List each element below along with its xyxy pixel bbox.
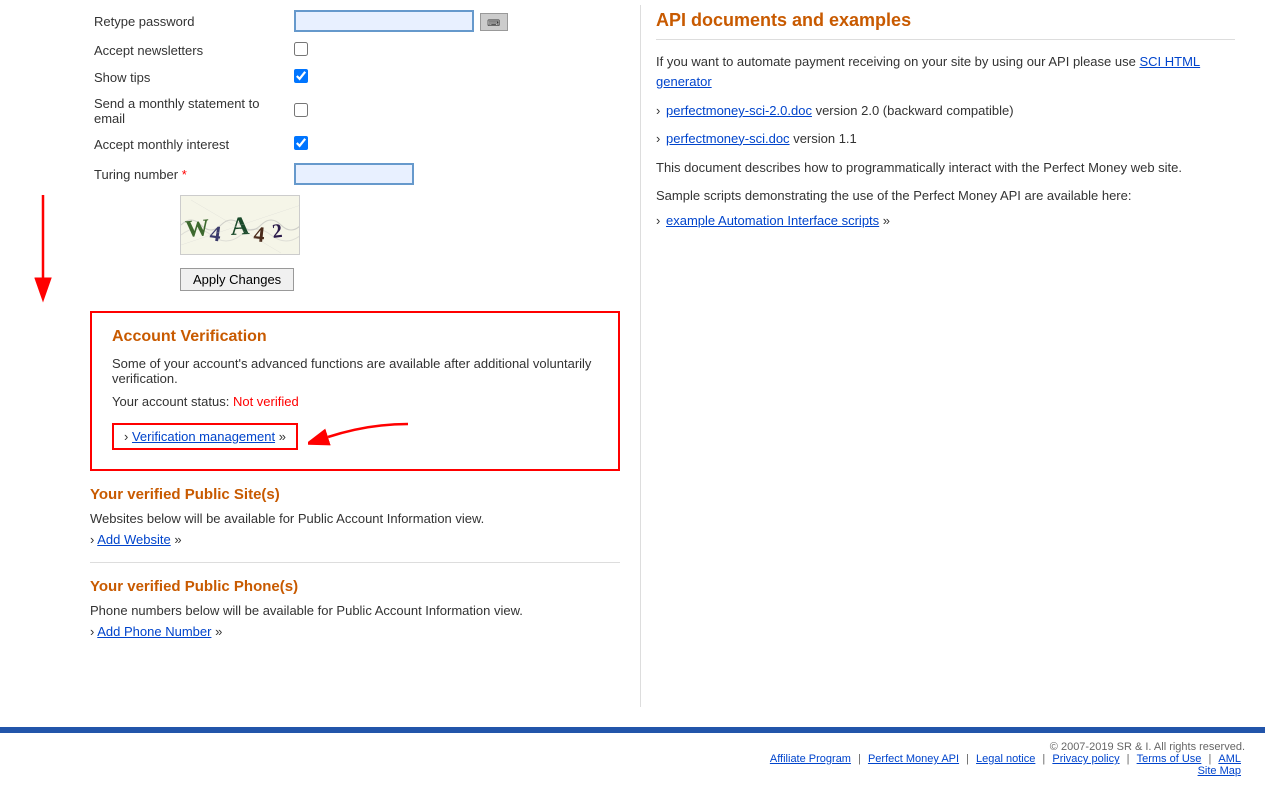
api-intro: If you want to automate payment receivin… — [656, 52, 1235, 91]
public-phones-desc: Phone numbers below will be available fo… — [90, 603, 640, 618]
accept-newsletters-row: Accept newsletters — [90, 37, 680, 64]
captcha-svg: W 4 A 4 2 — [181, 195, 299, 255]
verification-description: Some of your account's advanced function… — [112, 356, 598, 386]
add-phone-line: › Add Phone Number » — [90, 624, 640, 639]
public-sites-desc: Websites below will be available for Pub… — [90, 511, 640, 526]
api-example-item: example Automation Interface scripts » — [656, 211, 1235, 231]
footer-privacy-link[interactable]: Privacy policy — [1052, 753, 1119, 765]
status-value: Not verified — [233, 394, 299, 409]
verification-arrow — [308, 419, 418, 454]
example-automation-link[interactable]: example Automation Interface scripts — [666, 213, 879, 228]
footer-links: © 2007-2019 SR & I. All rights reserved.… — [0, 733, 1265, 785]
footer-legal-link[interactable]: Legal notice — [976, 753, 1035, 765]
send-statement-label: Send a monthly statement to email — [90, 91, 290, 131]
send-statement-row: Send a monthly statement to email — [90, 91, 680, 131]
add-website-prefix: › — [90, 532, 94, 547]
keyboard-icon[interactable]: ⌨ — [480, 13, 508, 31]
footer-terms-link[interactable]: Terms of Use — [1137, 753, 1202, 765]
turing-label: Turing number * — [90, 158, 290, 190]
sci-doc-20-link[interactable]: perfectmoney-sci-2.0.doc — [666, 103, 812, 118]
add-phone-link[interactable]: Add Phone Number — [97, 624, 211, 639]
turing-input[interactable] — [294, 163, 414, 185]
accept-interest-checkbox[interactable] — [294, 136, 308, 150]
svg-text:W: W — [184, 215, 210, 243]
retype-password-row: Retype password ⌨ — [90, 5, 680, 37]
api-doc-item-1: perfectmoney-sci-2.0.doc version 2.0 (ba… — [656, 101, 1235, 121]
copyright: © 2007-2019 SR & I. All rights reserved. — [1050, 741, 1245, 753]
svg-text:A: A — [230, 211, 250, 241]
send-statement-checkbox[interactable] — [294, 103, 308, 117]
footer-aml-link[interactable]: AML — [1218, 753, 1241, 765]
footer-sitemap-link[interactable]: Site Map — [1198, 765, 1241, 777]
show-tips-label: Show tips — [90, 64, 290, 91]
footer-api-link[interactable]: Perfect Money API — [868, 753, 959, 765]
public-phones-title: Your verified Public Phone(s) — [90, 578, 640, 595]
public-sites-title: Your verified Public Site(s) — [90, 486, 640, 503]
api-doc-item-2: perfectmoney-sci.doc version 1.1 — [656, 129, 1235, 149]
accept-interest-row: Accept monthly interest — [90, 131, 680, 158]
show-tips-row: Show tips — [90, 64, 680, 91]
add-website-line: › Add Website » — [90, 532, 640, 547]
footer-affiliate-link[interactable]: Affiliate Program — [770, 753, 851, 765]
add-website-link[interactable]: Add Website — [97, 532, 170, 547]
accept-newsletters-label: Accept newsletters — [90, 37, 290, 64]
verification-management-wrapper: › Verification management » — [112, 419, 598, 454]
account-status-line: Your account status: Not verified — [112, 394, 598, 409]
turing-row: Turing number * — [90, 158, 680, 190]
add-phone-prefix: › — [90, 624, 94, 639]
accept-newsletters-checkbox[interactable] — [294, 42, 308, 56]
apply-changes-button[interactable]: Apply Changes — [180, 268, 294, 291]
management-suffix: » — [279, 429, 286, 444]
accept-interest-label: Accept monthly interest — [90, 131, 290, 158]
api-description: This document describes how to programma… — [656, 158, 1235, 178]
api-title: API documents and examples — [656, 10, 1235, 40]
captcha-image: W 4 A 4 2 — [180, 195, 300, 255]
retype-password-input[interactable] — [294, 10, 474, 32]
retype-password-label: Retype password — [90, 5, 290, 37]
verification-link-box: › Verification management » — [112, 423, 298, 450]
status-label: Your account status: — [112, 394, 229, 409]
api-panel: API documents and examples If you want t… — [640, 5, 1250, 707]
show-tips-checkbox[interactable] — [294, 69, 308, 83]
settings-form: Retype password ⌨ Accept newsletters Sho… — [90, 5, 680, 190]
verification-management-link[interactable]: Verification management — [132, 429, 275, 444]
required-marker: * — [182, 167, 187, 182]
public-phones-section: Your verified Public Phone(s) Phone numb… — [90, 578, 640, 639]
verification-title: Account Verification — [112, 328, 598, 346]
account-verification-section: Account Verification Some of your accoun… — [90, 311, 620, 471]
public-sites-section: Your verified Public Site(s) Websites be… — [90, 486, 640, 547]
management-prefix: › — [124, 429, 128, 444]
sci-doc-11-link[interactable]: perfectmoney-sci.doc — [666, 131, 790, 146]
add-website-suffix: » — [174, 532, 181, 547]
add-phone-suffix: » — [215, 624, 222, 639]
api-sample-text: Sample scripts demonstrating the use of … — [656, 188, 1235, 203]
